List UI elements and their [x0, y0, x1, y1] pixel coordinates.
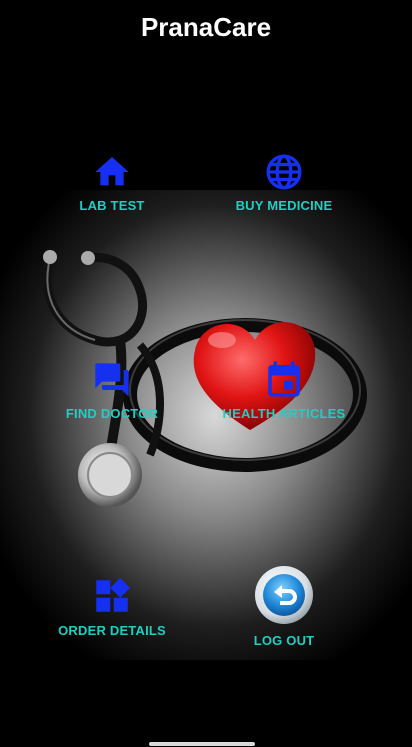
- logout-icon: [255, 566, 313, 624]
- health-articles-button[interactable]: HEALTH ARTICLES: [199, 358, 369, 421]
- widgets-icon: [96, 577, 131, 612]
- find-doctor-button[interactable]: FIND DOCTOR: [27, 360, 197, 421]
- order-details-button[interactable]: ORDER DETAILS: [27, 575, 197, 638]
- chat-icon: [95, 363, 129, 397]
- app-title: PranaCare: [140, 12, 272, 42]
- gesture-home-bar[interactable]: [149, 742, 255, 746]
- health-articles-label: HEALTH ARTICLES: [222, 406, 346, 421]
- buy-medicine-label: BUY MEDICINE: [235, 198, 333, 213]
- lab-test-label: LAB TEST: [79, 198, 145, 213]
- globe-icon: [266, 154, 302, 190]
- log-out-button[interactable]: LOG OUT: [199, 565, 369, 648]
- buy-medicine-button[interactable]: BUY MEDICINE: [199, 152, 369, 213]
- order-details-label: ORDER DETAILS: [58, 623, 166, 638]
- log-out-label: LOG OUT: [253, 633, 315, 648]
- home-icon: [95, 157, 129, 186]
- find-doctor-label: FIND DOCTOR: [65, 406, 159, 421]
- lab-test-button[interactable]: LAB TEST: [27, 152, 197, 213]
- calendar-icon: [268, 361, 300, 397]
